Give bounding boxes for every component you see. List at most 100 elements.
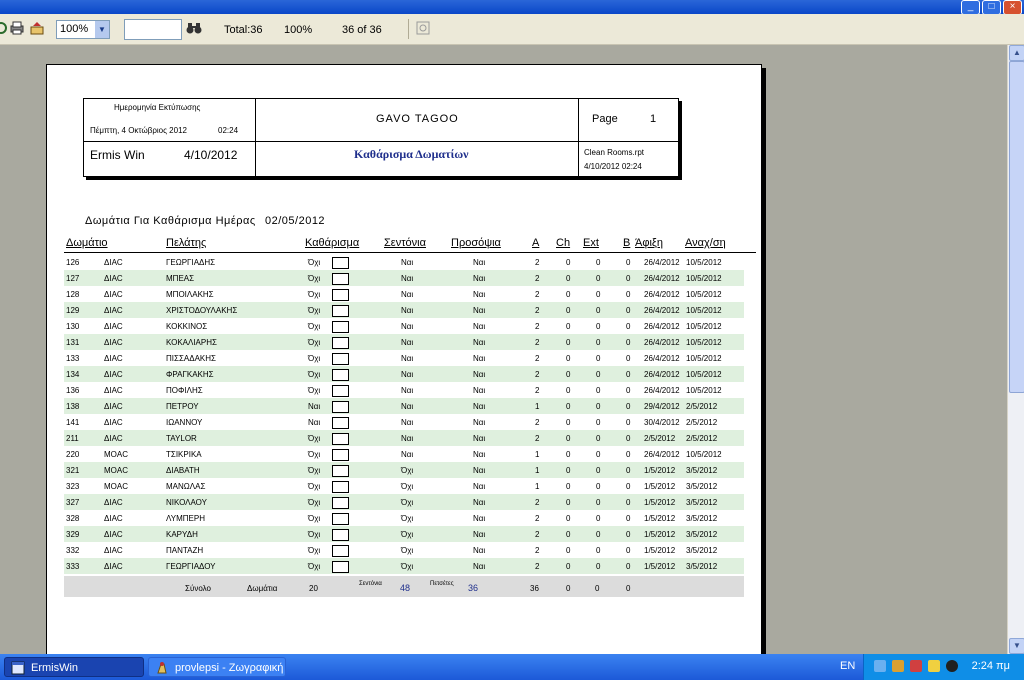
table-row: 127 ΔΙΑC ΜΠΕΑΣ Όχι Ναι Ναι 2 0 0 0 26/4/2012 10/5/2… xyxy=(64,270,744,286)
room-type: MOAC xyxy=(104,450,128,459)
ext-value: 0 xyxy=(596,450,601,459)
col-arrival: Άφιξη xyxy=(635,237,663,249)
task-paint[interactable]: provlepsi - Ζωγραφική xyxy=(148,657,286,677)
col-departure: Αναχ/ση xyxy=(685,237,726,249)
search-input[interactable] xyxy=(124,19,182,40)
col-room: Δωμάτιο xyxy=(66,237,108,249)
media-icon[interactable] xyxy=(946,660,958,672)
ext-value: 0 xyxy=(596,498,601,507)
ch-value: 0 xyxy=(566,274,571,283)
totals-sheets: 48 xyxy=(400,583,411,593)
security-icon[interactable] xyxy=(910,660,922,672)
network-icon[interactable] xyxy=(874,660,886,672)
guest-name: ΓΕΩΡΓΙΑΔΟΥ xyxy=(166,562,216,571)
room-type: ΔΙΑC xyxy=(104,562,123,571)
arrival-date: 1/5/2012 xyxy=(644,498,676,507)
room-type: ΔΙΑC xyxy=(104,338,123,347)
refresh-icon[interactable] xyxy=(0,21,8,35)
col-guest: Πελάτης xyxy=(166,237,207,249)
towels-value: Ναι xyxy=(473,450,486,459)
room-number: 133 xyxy=(66,354,80,363)
cleaning-checkbox xyxy=(332,401,349,413)
report-header-box: Ημερομηνία Εκτύπωσης Πέμπτη, 4 Οκτώβριος… xyxy=(83,98,679,177)
ext-value: 0 xyxy=(596,290,601,299)
minimize-button[interactable]: _ xyxy=(961,0,980,15)
room-number: 130 xyxy=(66,322,80,331)
guest-name: TAYLOR xyxy=(166,434,197,443)
departure-date: 10/5/2012 xyxy=(686,338,722,347)
arrival-date: 1/5/2012 xyxy=(644,482,676,491)
departure-date: 3/5/2012 xyxy=(686,498,718,507)
a-value: 2 xyxy=(535,434,540,443)
report-viewer[interactable]: Ημερομηνία Εκτύπωσης Πέμπτη, 4 Οκτώβριος… xyxy=(0,45,1008,654)
cleaning-checkbox xyxy=(332,289,349,301)
maximize-button[interactable]: □ xyxy=(982,0,1001,15)
b-value: 0 xyxy=(626,322,631,331)
zoom-select[interactable]: 100% ▼ xyxy=(56,20,110,39)
towels-value: Ναι xyxy=(473,466,486,475)
cleaning-value: Όχι xyxy=(308,354,321,363)
sheets-value: Όχι xyxy=(401,546,414,555)
guest-name: ΔΙΑΒΑΤΗ xyxy=(166,466,200,475)
sheets-value: Όχι xyxy=(401,514,414,523)
export-icon[interactable] xyxy=(30,21,44,35)
report-toolbar: 100% ▼ Total:36 100% 36 of 36 xyxy=(0,14,1024,45)
room-type: ΔΙΑC xyxy=(104,402,123,411)
task-ermiswin[interactable]: ErmisWin xyxy=(4,657,144,677)
guest-name: ΠΟΦΙΛΗΣ xyxy=(166,386,203,395)
table-row: 323 MOAC ΜΑΝΩΛΑΣ Όχι Όχι Ναι 1 0 0 0 1/5/2012 3/5/2… xyxy=(64,478,744,494)
room-type: ΔΙΑC xyxy=(104,514,123,523)
ch-value: 0 xyxy=(566,386,571,395)
room-number: 128 xyxy=(66,290,80,299)
departure-date: 3/5/2012 xyxy=(686,530,718,539)
tray-app-icon[interactable] xyxy=(892,660,904,672)
b-value: 0 xyxy=(626,514,631,523)
b-value: 0 xyxy=(626,482,631,491)
cleaning-value: Όχι xyxy=(308,450,321,459)
tray-app-icon[interactable] xyxy=(928,660,940,672)
scroll-thumb[interactable] xyxy=(1009,61,1024,393)
room-type: ΔΙΑC xyxy=(104,386,123,395)
scroll-up-icon[interactable]: ▲ xyxy=(1009,45,1024,61)
table-row: 220 MOAC ΤΣΙΚΡΙΚΑ Όχι Ναι Ναι 1 0 0 0 26/4/2012 10/… xyxy=(64,446,744,462)
cleaning-value: Όχι xyxy=(308,322,321,331)
guest-name: ΦΡΑΓΚΑΚΗΣ xyxy=(166,370,214,379)
room-type: ΔΙΑC xyxy=(104,530,123,539)
vertical-scrollbar[interactable]: ▲ ▼ xyxy=(1007,45,1024,654)
scroll-down-icon[interactable]: ▼ xyxy=(1009,638,1024,654)
room-type: ΔΙΑC xyxy=(104,354,123,363)
departure-date: 2/5/2012 xyxy=(686,402,718,411)
room-number: 138 xyxy=(66,402,80,411)
sheets-value: Όχι xyxy=(401,498,414,507)
zoom-value: 100% xyxy=(60,23,89,35)
cleaning-checkbox xyxy=(332,561,349,573)
table-row: 136 ΔΙΑC ΠΟΦΙΛΗΣ Όχι Ναι Ναι 2 0 0 0 26/4/2012 10/5… xyxy=(64,382,744,398)
sheets-value: Ναι xyxy=(401,434,414,443)
print-icon[interactable] xyxy=(10,21,24,35)
room-number: 332 xyxy=(66,546,80,555)
binoculars-icon[interactable] xyxy=(186,21,202,35)
cleaning-value: Όχι xyxy=(308,562,321,571)
table-row: 333 ΔΙΑC ΓΕΩΡΓΙΑΔΟΥ Όχι Όχι Ναι 2 0 0 0 1/5/2012 3/… xyxy=(64,558,744,574)
arrival-date: 26/4/2012 xyxy=(644,306,680,315)
app-date: 4/10/2012 xyxy=(184,148,238,162)
cleaning-value: Όχι xyxy=(308,386,321,395)
b-value: 0 xyxy=(626,530,631,539)
col-b: B xyxy=(623,237,631,249)
cleaning-value: Όχι xyxy=(308,498,321,507)
a-value: 2 xyxy=(535,306,540,315)
language-indicator[interactable]: EN xyxy=(840,660,855,672)
b-value: 0 xyxy=(626,562,631,571)
room-number: 129 xyxy=(66,306,80,315)
room-number: 134 xyxy=(66,370,80,379)
b-value: 0 xyxy=(626,338,631,347)
close-button[interactable]: × xyxy=(1003,0,1022,15)
divider xyxy=(84,141,678,142)
print-date-value: Πέμπτη, 4 Οκτώβριος 2012 xyxy=(90,126,187,135)
room-type: ΔΙΑC xyxy=(104,434,123,443)
chevron-down-icon[interactable]: ▼ xyxy=(95,21,109,38)
towels-value: Ναι xyxy=(473,290,486,299)
a-value: 2 xyxy=(535,498,540,507)
totals-towels: 36 xyxy=(468,583,479,593)
sheets-value: Όχι xyxy=(401,530,414,539)
